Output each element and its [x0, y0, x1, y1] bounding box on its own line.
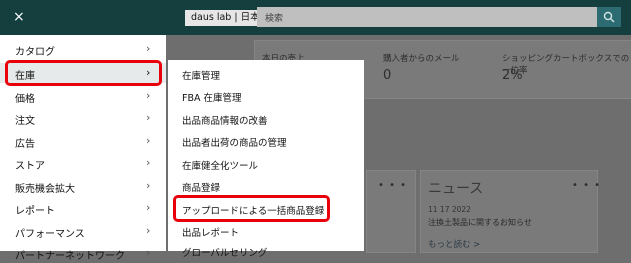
submenu-item-add-products[interactable]: 商品登録 [182, 180, 220, 194]
submenu-item-global-selling[interactable]: グローバルセリング [182, 245, 267, 259]
store-selector[interactable]: daus lab | 日本 [185, 10, 266, 26]
chevron-right-icon: › [146, 134, 151, 147]
sidebar-item-label: パフォーマンス [15, 229, 85, 240]
submenu-item-manage-inventory[interactable]: 在庫管理 [182, 68, 220, 82]
chevron-right-icon: › [146, 179, 151, 192]
sidebar-item-growth[interactable]: 販売機会拡大 › [0, 176, 166, 196]
chevron-right-icon: › [146, 111, 151, 124]
highlight-box-inventory [5, 60, 162, 86]
metric-value-cart-rate: 2% [502, 68, 523, 83]
metric-label-buyer-mail: 購入者からのメール [383, 54, 460, 64]
sidebar-item-pricing[interactable]: 価格 › [0, 86, 166, 106]
chevron-right-icon: › [146, 246, 151, 259]
search-input[interactable]: 検索 [257, 7, 597, 27]
sidebar-item-reports[interactable]: レポート › [0, 198, 166, 218]
chevron-right-icon: › [146, 201, 151, 214]
sidebar-item-label: レポート [15, 206, 55, 217]
highlight-box-bulk-upload [173, 195, 330, 222]
submenu-item-improve-listings[interactable]: 出品商品情報の改善 [182, 113, 268, 127]
sidebar-header: × [0, 0, 166, 35]
inventory-submenu [168, 60, 364, 251]
sidebar-item-catalog[interactable]: カタログ › [0, 39, 166, 59]
search-icon [603, 11, 615, 23]
sidebar-item-performance[interactable]: パフォーマンス › [0, 221, 166, 241]
sidebar-item-partner-network[interactable]: パートナーネットワーク › [0, 243, 166, 263]
submenu-item-inventory-health[interactable]: 在庫健全化ツール [182, 158, 258, 172]
search-placeholder: 検索 [265, 14, 284, 24]
news-title: ニュース [428, 181, 484, 197]
news-menu-icon[interactable]: • • • [572, 180, 601, 191]
sidebar-item-label: 注文 [15, 116, 35, 127]
sidebar-item-label: パートナーネットワーク [15, 251, 125, 262]
sidebar-item-label: 価格 [15, 94, 35, 105]
chevron-right-icon: › [146, 156, 151, 169]
news-date: 11 17 2022 [428, 205, 471, 214]
read-more-link[interactable]: もっと読む > [428, 238, 480, 250]
sidebar-item-label: 販売機会拡大 [15, 184, 75, 195]
widget-menu-icon[interactable]: • • • [378, 180, 407, 191]
sidebar-item-label: 広告 [15, 139, 35, 150]
sidebar-item-label: ストア [15, 161, 45, 172]
news-item-link[interactable]: 注換土製品に関するお知らせ [428, 217, 532, 228]
sidebar-item-orders[interactable]: 注文 › [0, 108, 166, 128]
metric-value-buyer-mail: 0 [383, 68, 392, 83]
chevron-right-icon: › [146, 89, 151, 102]
submenu-item-merchant-fulfilled[interactable]: 出品者出荷の商品の管理 [182, 135, 287, 149]
sidebar-item-label: カタログ [15, 47, 55, 58]
close-icon[interactable]: × [13, 8, 25, 26]
chevron-right-icon: › [146, 224, 151, 237]
submenu-item-inventory-reports[interactable]: 出品レポート [182, 225, 239, 239]
sidebar-item-store[interactable]: ストア › [0, 153, 166, 173]
sidebar-menu: × カタログ › 在庫 › 価格 › 注文 › 広告 › ストア › 販売機会拡… [0, 0, 166, 262]
chevron-right-icon: › [146, 42, 151, 55]
submenu-item-fba-inventory[interactable]: FBA 在庫管理 [182, 90, 242, 104]
sidebar-item-advertising[interactable]: 広告 › [0, 131, 166, 151]
search-button[interactable] [597, 7, 621, 27]
